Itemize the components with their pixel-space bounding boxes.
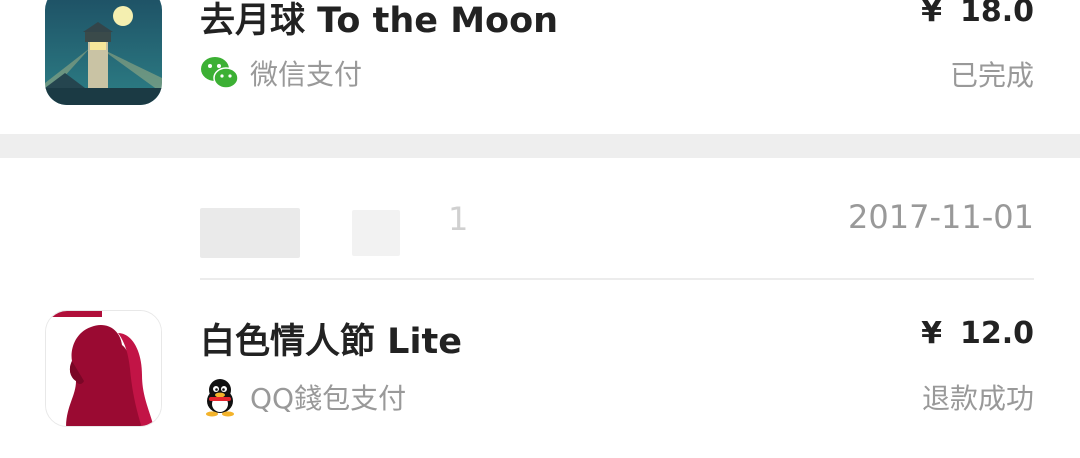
to-the-moon-app-icon[interactable] — [45, 0, 162, 105]
payment-method-row: 微信支付 — [200, 53, 362, 93]
redacted-text-block — [200, 208, 300, 258]
payment-method-label: QQ錢包支付 — [250, 382, 407, 415]
qq-wallet-icon — [206, 379, 234, 417]
payment-method-label: 微信支付 — [250, 58, 363, 91]
price-value: 12.0 — [959, 316, 1034, 351]
price-value: 18.0 — [959, 0, 1034, 29]
card-separator — [0, 134, 1080, 158]
redacted-text-fragment: 1 — [448, 200, 469, 238]
payment-method-row: QQ錢包支付 — [200, 377, 406, 417]
order-status: 已完成 — [949, 59, 1034, 92]
currency-symbol: ¥ — [921, 316, 942, 351]
redacted-text-block — [352, 210, 400, 256]
order-card-white-day[interactable]: 1 2017-11-01 白色情人節 Lite QQ錢包支付 ¥12.0 退款成… — [0, 158, 1080, 458]
order-date: 2017-11-01 — [848, 198, 1034, 236]
app-title: 白色情人節 Lite — [200, 322, 462, 362]
price: ¥12.0 — [921, 316, 1034, 351]
order-card-to-the-moon[interactable]: 去月球 To the Moon 微信支付 ¥18.0 已完成 — [0, 0, 1080, 134]
order-status: 退款成功 — [921, 382, 1034, 415]
price: ¥18.0 — [921, 0, 1034, 29]
white-day-app-icon[interactable] — [45, 310, 162, 427]
app-title: 去月球 To the Moon — [200, 1, 559, 41]
currency-symbol: ¥ — [921, 0, 942, 29]
wechat-pay-icon — [201, 57, 239, 89]
divider — [200, 278, 1034, 280]
